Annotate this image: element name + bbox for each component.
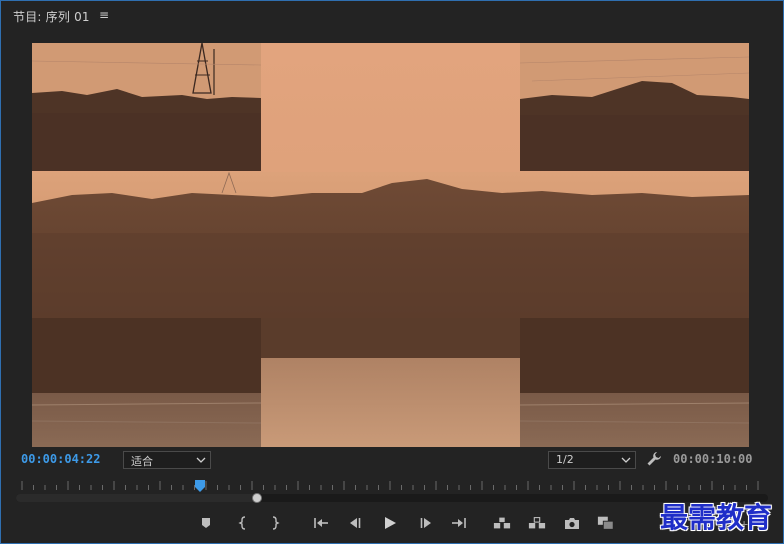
video-preview[interactable] — [32, 43, 749, 447]
step-forward-button[interactable] — [417, 514, 435, 532]
playhead-marker[interactable] — [194, 479, 206, 493]
panel-title[interactable]: 节目: 序列 01 — [13, 8, 90, 25]
go-to-in-button[interactable] — [312, 514, 330, 532]
extract-icon — [528, 517, 546, 529]
step-back-button[interactable] — [346, 514, 364, 532]
lift-icon — [493, 517, 511, 529]
panel-header: 节目: 序列 01 ≡ — [0, 0, 784, 32]
add-marker-button[interactable] — [197, 514, 215, 532]
hamburger-menu-icon[interactable]: ≡ — [99, 8, 109, 22]
lift-button[interactable] — [493, 514, 511, 532]
ruler-ticks — [21, 481, 759, 490]
mark-in-button[interactable] — [234, 514, 252, 532]
duration-timecode: 00:00:10:00 — [673, 452, 753, 466]
video-frame-image — [32, 43, 749, 447]
zoom-select-value: 适合 — [131, 455, 153, 468]
go-to-out-button[interactable] — [450, 514, 468, 532]
export-frame-button[interactable] — [563, 514, 581, 532]
zoom-scrollbar-thumb[interactable] — [16, 494, 258, 502]
comparison-view-button[interactable] — [597, 514, 615, 532]
comparison-icon — [597, 516, 614, 530]
chevron-down-icon — [196, 457, 206, 463]
zoom-scrollbar[interactable] — [16, 494, 768, 502]
go-to-out-icon — [452, 518, 466, 528]
chevron-down-icon — [621, 457, 631, 463]
play-button[interactable] — [381, 514, 399, 532]
watermark-logo: 最需教育 — [660, 501, 773, 534]
resolution-select-value: 1/2 — [556, 453, 574, 466]
extract-button[interactable] — [528, 514, 546, 532]
zoom-select[interactable]: 适合 — [123, 451, 211, 469]
marker-icon — [202, 518, 210, 528]
resolution-select[interactable]: 1/2 — [548, 451, 636, 469]
mark-out-button[interactable] — [266, 514, 284, 532]
step-forward-icon — [420, 518, 431, 528]
zoom-scrollbar-handle[interactable] — [252, 493, 262, 503]
go-to-in-icon — [314, 518, 328, 528]
mark-in-icon — [238, 516, 246, 530]
step-back-icon — [350, 518, 361, 528]
camera-icon — [565, 517, 579, 529]
play-icon — [385, 517, 396, 529]
mark-out-icon — [272, 516, 280, 530]
current-timecode[interactable]: 00:00:04:22 — [21, 452, 100, 466]
wrench-icon[interactable] — [646, 451, 662, 467]
